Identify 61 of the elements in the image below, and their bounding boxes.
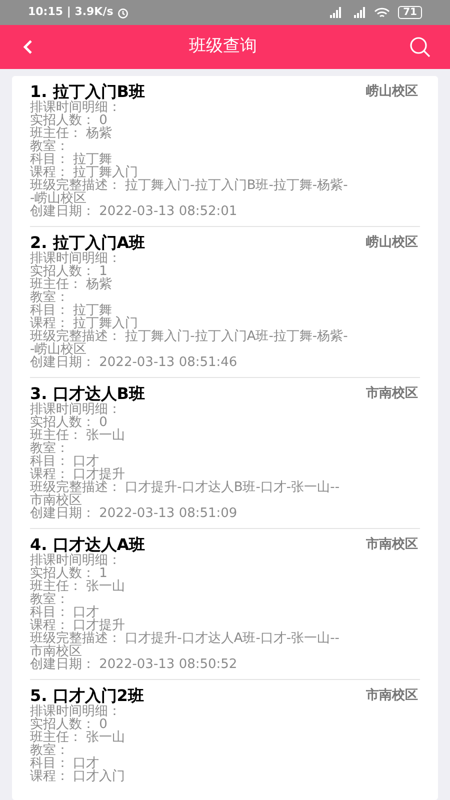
class-title: 1. 拉丁入门B班	[30, 83, 145, 101]
class-field: 排课时间明细：	[30, 101, 350, 114]
class-field: 排课时间明细：	[30, 403, 350, 416]
class-field: 班级完整描述： 拉丁舞入门-拉丁入门A班-拉丁舞-杨紫--崂山校区	[30, 330, 350, 356]
alarm-icon	[117, 6, 130, 18]
class-field: 班主任： 张一山	[30, 731, 350, 744]
campus-label: 市南校区	[366, 536, 418, 554]
class-field: 实招人数： 0	[30, 114, 350, 127]
class-title: 2. 拉丁入门A班	[30, 234, 146, 252]
class-field: 课程： 口才提升	[30, 619, 350, 632]
class-field: 班主任： 杨紫	[30, 127, 350, 140]
class-field: 实招人数： 1	[30, 265, 350, 278]
class-field: 创建日期： 2022-03-13 08:51:46	[30, 356, 350, 369]
class-field: 班级完整描述： 口才提升-口才达人A班-口才-张一山--市南校区	[30, 632, 350, 658]
campus-label: 崂山校区	[366, 83, 418, 101]
class-field: 教室：	[30, 140, 350, 153]
class-field: 班主任： 杨紫	[30, 278, 350, 291]
wifi-icon	[374, 6, 390, 18]
class-field: 班主任： 张一山	[30, 580, 350, 593]
search-button[interactable]	[408, 35, 432, 59]
campus-label: 市南校区	[366, 687, 418, 705]
class-field: 科目： 口才	[30, 606, 350, 619]
class-field: 创建日期： 2022-03-13 08:51:09	[30, 507, 350, 520]
class-title: 3. 口才达人B班	[30, 385, 145, 403]
campus-label: 崂山校区	[366, 234, 418, 252]
class-field: 课程： 拉丁舞入门	[30, 166, 350, 179]
class-field: 实招人数： 0	[30, 416, 350, 429]
class-field: 排课时间明细：	[30, 705, 350, 718]
class-title: 4. 口才达人A班	[30, 536, 146, 554]
class-field: 创建日期： 2022-03-13 08:50:52	[30, 658, 350, 671]
class-item[interactable]: 3. 口才达人B班 市南校区 排课时间明细： 实招人数： 0 班主任： 张一山 教室： 科目： 口才 课程： 口才提升 班级完整描述： 口才提升-口才达人B班-口才-张一山--市南校区 创建日期： 2022-03-13 08:51:09	[30, 378, 420, 529]
class-field: 实招人数： 1	[30, 567, 350, 580]
class-field: 排课时间明细：	[30, 252, 350, 265]
class-field: 教室：	[30, 291, 350, 304]
campus-label: 市南校区	[366, 385, 418, 403]
class-field: 班级完整描述： 拉丁舞入门-拉丁入门B班-拉丁舞-杨紫--崂山校区	[30, 179, 350, 205]
class-field: 科目： 拉丁舞	[30, 304, 350, 317]
status-time: 10:15 | 3.9K/s	[28, 4, 114, 20]
class-field: 课程： 口才提升	[30, 468, 350, 481]
class-field: 科目： 口才	[30, 757, 350, 770]
class-field: 教室：	[30, 442, 350, 455]
class-field: 排课时间明细：	[30, 554, 350, 567]
class-field: 教室：	[30, 744, 350, 757]
page-title: 班级查询	[189, 35, 257, 58]
class-field: 课程： 口才入门	[30, 770, 350, 783]
class-field: 班主任： 张一山	[30, 429, 350, 442]
class-item[interactable]: 1. 拉丁入门B班 崂山校区 排课时间明细： 实招人数： 0 班主任： 杨紫 教室： 科目： 拉丁舞 课程： 拉丁舞入门 班级完整描述： 拉丁舞入门-拉丁入门B班-拉丁舞-杨紫--崂山校区 创建日期： 2022-03-13 08:52:01	[30, 76, 420, 227]
class-field: 教室：	[30, 593, 350, 606]
class-item[interactable]: 5. 口才入门2班 市南校区 排课时间明细： 实招人数： 0 班主任： 张一山 教室： 科目： 口才 课程： 口才入门	[30, 680, 420, 791]
class-field: 创建日期： 2022-03-13 08:52:01	[30, 205, 350, 218]
class-field: 课程： 拉丁舞入门	[30, 317, 350, 330]
class-item[interactable]: 4. 口才达人A班 市南校区 排课时间明细： 实招人数： 1 班主任： 张一山 教室： 科目： 口才 课程： 口才提升 班级完整描述： 口才提升-口才达人A班-口才-张一山--市南校区 创建日期： 2022-03-13 08:50:52	[30, 529, 420, 680]
class-title: 5. 口才入门2班	[30, 687, 144, 705]
class-item[interactable]: 2. 拉丁入门A班 崂山校区 排课时间明细： 实招人数： 1 班主任： 杨紫 教室： 科目： 拉丁舞 课程： 拉丁舞入门 班级完整描述： 拉丁舞入门-拉丁入门A班-拉丁舞-杨紫--崂山校区 创建日期： 2022-03-13 08:51:46	[30, 227, 420, 378]
class-field: 科目： 拉丁舞	[30, 153, 350, 166]
battery-indicator: 71	[398, 6, 422, 19]
search-icon	[409, 36, 431, 58]
back-icon	[22, 39, 34, 55]
class-field: 科目： 口才	[30, 455, 350, 468]
class-field: 班级完整描述： 口才提升-口才达人B班-口才-张一山--市南校区	[30, 481, 350, 507]
class-field: 实招人数： 0	[30, 718, 350, 731]
